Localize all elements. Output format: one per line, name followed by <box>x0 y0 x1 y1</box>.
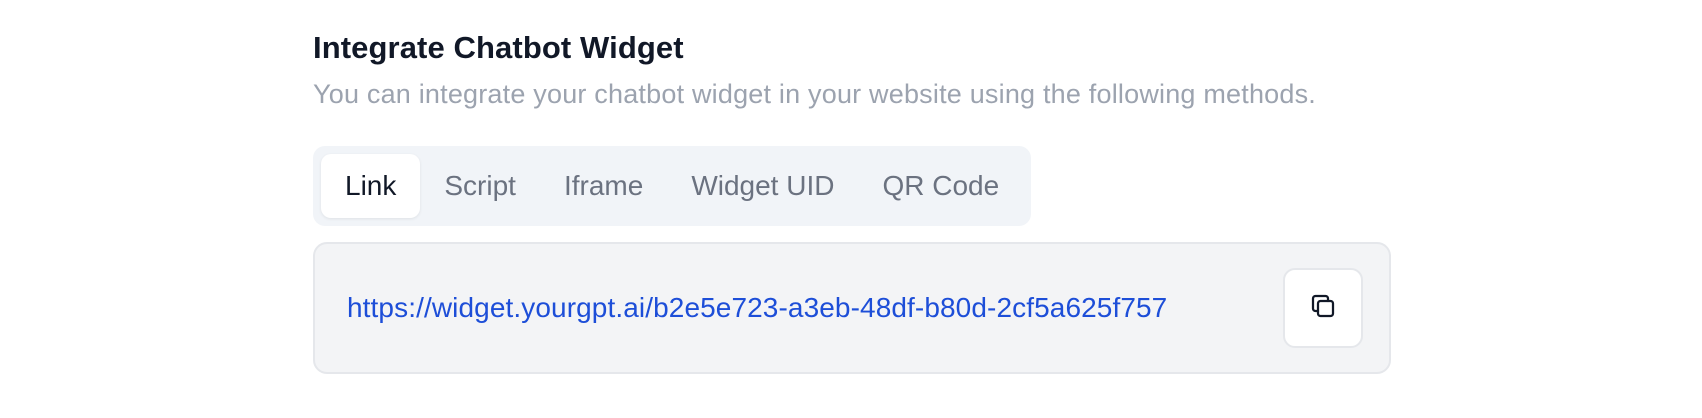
widget-link-panel: https://widget.yourgpt.ai/b2e5e723-a3eb-… <box>313 242 1391 374</box>
tab-link[interactable]: Link <box>321 154 421 218</box>
widget-link-url[interactable]: https://widget.yourgpt.ai/b2e5e723-a3eb-… <box>347 292 1167 324</box>
integrate-widget-section: Integrate Chatbot Widget You can integra… <box>313 28 1513 374</box>
section-subtitle: You can integrate your chatbot widget in… <box>313 79 1317 109</box>
tab-qr-code[interactable]: QR Code <box>858 154 1023 218</box>
integration-method-tabs: Link Script Iframe Widget UID QR Code <box>313 146 1032 226</box>
tab-script[interactable]: Script <box>420 154 540 218</box>
tab-iframe[interactable]: Iframe <box>540 154 667 218</box>
copy-icon <box>1308 291 1338 326</box>
tab-widget-uid[interactable]: Widget UID <box>667 154 858 218</box>
copy-link-button[interactable] <box>1283 268 1363 348</box>
section-title: Integrate Chatbot Widget <box>313 30 684 65</box>
